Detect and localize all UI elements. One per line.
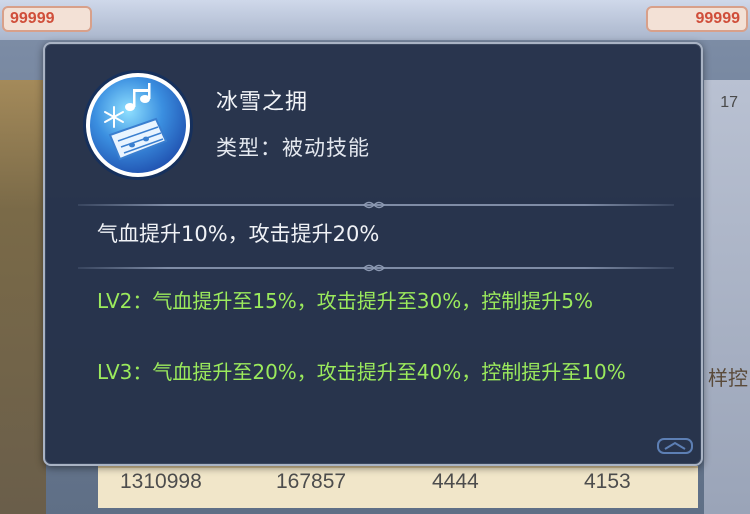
skill-tooltip-panel[interactable]: 冰雪之拥 类型：被动技能 气血提升10%，攻击提升20% LV2：气血提升至15… — [43, 42, 703, 466]
divider-ornament-icon — [363, 264, 385, 272]
skill-type: 类型：被动技能 — [216, 136, 370, 160]
skill-description: 气血提升10%，攻击提升20% — [97, 222, 380, 246]
top-bar — [0, 0, 750, 40]
stat-hp-value: 1310998 — [120, 470, 202, 493]
currency-left: 99999 — [2, 6, 92, 32]
skill-icon-graphic — [104, 83, 168, 161]
left-side-panel — [0, 80, 46, 514]
right-level-number: 17 — [720, 94, 738, 111]
divider-ornament-icon — [363, 201, 385, 209]
skill-name: 冰雪之拥 — [216, 90, 309, 115]
right-side-label: 样控 — [708, 366, 748, 390]
stat-attack-value: 167857 — [276, 470, 347, 493]
stat-speed-value: 4153 — [584, 470, 631, 493]
corner-logo-icon — [657, 438, 693, 454]
currency-right: 99999 — [646, 6, 748, 32]
level-2-text: LV2：气血提升至15%，攻击提升至30%，控制提升5% — [97, 289, 593, 313]
ice-snow-music-icon — [86, 73, 190, 177]
stat-defense-value: 4444 — [432, 470, 479, 493]
right-side-panel — [704, 80, 750, 514]
level-3-text: LV3：气血提升至20%，攻击提升至40%，控制提升至10% — [97, 360, 626, 384]
